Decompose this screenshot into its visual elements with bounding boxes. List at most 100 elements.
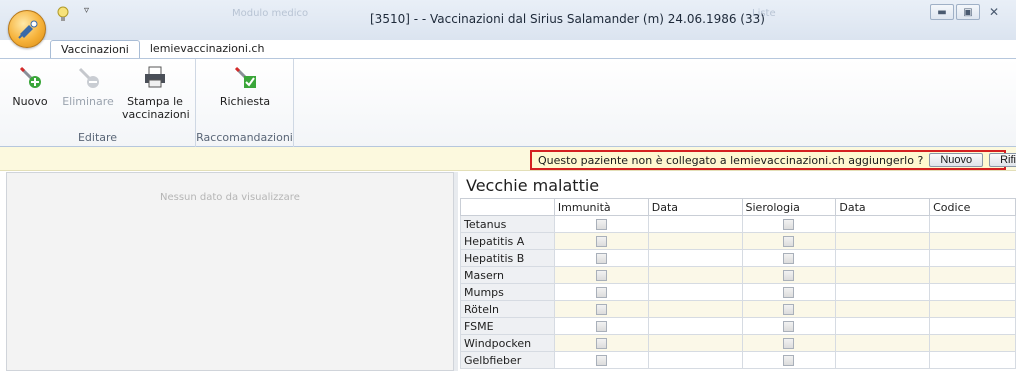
data-cell[interactable]	[835, 334, 931, 352]
eliminare-label: Eliminare	[62, 95, 114, 108]
disease-name: Tetanus	[460, 215, 555, 233]
restore-icon: ▣	[963, 6, 973, 18]
data-cell[interactable]	[835, 317, 931, 335]
window-title: [3510] - - Vaccinazioni dal Sirius Salam…	[370, 12, 765, 26]
data-cell[interactable]	[647, 266, 743, 284]
close-button[interactable]: ✕	[982, 4, 1006, 20]
data-cell[interactable]	[647, 351, 743, 369]
window-controls: ▬ ▣ ✕	[930, 4, 1006, 20]
group-label-editare: Editare	[77, 131, 118, 144]
data-cell[interactable]	[835, 215, 931, 233]
data-cell[interactable]	[647, 334, 743, 352]
column-header-immunita[interactable]: Immunità	[553, 198, 649, 216]
codice-cell[interactable]	[929, 351, 1016, 369]
table-row[interactable]: Tetanus	[460, 215, 1016, 233]
codice-cell[interactable]	[929, 334, 1016, 352]
codice-cell[interactable]	[929, 283, 1016, 301]
title-bar: ▿ Modulo medico Liste [3510] - - Vaccina…	[0, 0, 1016, 48]
table-row[interactable]: Hepatitis B	[460, 249, 1016, 267]
richiesta-button[interactable]: Richiesta	[216, 65, 274, 108]
printer-icon	[145, 66, 165, 88]
disease-name: Masern	[460, 266, 555, 284]
immunita-checkbox[interactable]	[595, 270, 607, 281]
immunita-checkbox[interactable]	[595, 219, 607, 230]
syringe-plus-icon	[19, 66, 41, 88]
restore-button[interactable]: ▣	[956, 4, 980, 20]
richiesta-label: Richiesta	[219, 95, 271, 108]
immunita-checkbox[interactable]	[595, 355, 607, 366]
disease-name: FSME	[460, 317, 555, 335]
immunita-checkbox[interactable]	[595, 287, 607, 298]
table-row[interactable]: Mumps	[460, 283, 1016, 301]
table-row[interactable]: Hepatitis A	[460, 232, 1016, 250]
minimize-icon: ▬	[937, 6, 947, 18]
column-header-sierologia[interactable]: Sierologia	[741, 198, 837, 216]
sierologia-checkbox[interactable]	[783, 270, 795, 281]
sierologia-checkbox[interactable]	[783, 304, 795, 315]
rifiutare-button[interactable]: Rifiutare	[989, 153, 1016, 167]
codice-cell[interactable]	[929, 232, 1016, 250]
codice-cell[interactable]	[929, 249, 1016, 267]
column-header-data-2[interactable]: Data	[835, 198, 931, 216]
disease-name: Windpocken	[460, 334, 555, 352]
tab-lemievaccinazioni[interactable]: lemievaccinazioni.ch	[140, 40, 275, 59]
data-cell[interactable]	[835, 232, 931, 250]
sierologia-checkbox[interactable]	[783, 355, 795, 366]
data-cell[interactable]	[835, 283, 931, 301]
data-cell[interactable]	[647, 317, 743, 335]
nuovo-link-button[interactable]: Nuovo	[929, 153, 984, 167]
disease-name: Mumps	[460, 283, 555, 301]
column-header-data[interactable]: Data	[647, 198, 743, 216]
immunita-checkbox[interactable]	[595, 304, 607, 315]
disease-name: Röteln	[460, 300, 555, 318]
minimize-button[interactable]: ▬	[930, 4, 954, 20]
codice-cell[interactable]	[929, 317, 1016, 335]
table-row[interactable]: Masern	[460, 266, 1016, 284]
table-row[interactable]: Röteln	[460, 300, 1016, 318]
data-cell[interactable]	[835, 266, 931, 284]
sierologia-checkbox[interactable]	[783, 321, 795, 332]
data-cell[interactable]	[835, 249, 931, 267]
eliminare-button[interactable]: Eliminare	[62, 65, 114, 108]
notification-text: Questo paziente non è collegato a lemiev…	[538, 153, 924, 167]
immunita-checkbox[interactable]	[595, 321, 607, 332]
codice-cell[interactable]	[929, 266, 1016, 284]
disease-name: Gelbfieber	[460, 351, 555, 369]
column-header-codice[interactable]: Codice	[929, 198, 1016, 216]
application-menu-button[interactable]	[8, 10, 46, 48]
sierologia-checkbox[interactable]	[783, 287, 795, 298]
diseases-table-body: Tetanus Hepatitis A Hepatitis B Masern M…	[460, 215, 1016, 369]
data-cell[interactable]	[835, 300, 931, 318]
sierologia-checkbox[interactable]	[783, 338, 795, 349]
data-cell[interactable]	[647, 249, 743, 267]
codice-cell[interactable]	[929, 215, 1016, 233]
table-row[interactable]: Windpocken	[460, 334, 1016, 352]
notification-bar: Questo paziente non è collegato a lemiev…	[0, 147, 1016, 171]
stampa-vaccinazioni-button[interactable]: Stampa le vaccinazioni	[122, 65, 190, 121]
sierologia-checkbox[interactable]	[783, 236, 795, 247]
nuovo-button[interactable]: Nuovo	[10, 65, 50, 108]
table-row[interactable]: FSME	[460, 317, 1016, 335]
lightbulb-icon[interactable]	[56, 6, 70, 22]
data-cell[interactable]	[647, 283, 743, 301]
data-cell[interactable]	[647, 232, 743, 250]
data-cell[interactable]	[835, 351, 931, 369]
syringe-minus-icon	[78, 67, 99, 88]
nuovo-label: Nuovo	[12, 95, 48, 108]
group-editare: Nuovo Eliminare Stampa le vaccinazioni E…	[0, 59, 196, 147]
group-raccomandazioni: Richiesta Raccomandazioni	[196, 59, 294, 147]
tab-vaccinazioni[interactable]: Vaccinazioni	[50, 40, 140, 59]
quick-access-dropdown-icon[interactable]: ▿	[84, 5, 89, 16]
sierologia-checkbox[interactable]	[783, 253, 795, 264]
immunita-checkbox[interactable]	[595, 236, 607, 247]
data-cell[interactable]	[647, 300, 743, 318]
immunita-checkbox[interactable]	[595, 338, 607, 349]
panel-splitter[interactable]	[454, 172, 458, 371]
codice-cell[interactable]	[929, 300, 1016, 318]
disease-name: Hepatitis B	[460, 249, 555, 267]
immunita-checkbox[interactable]	[595, 253, 607, 264]
sierologia-checkbox[interactable]	[783, 219, 795, 230]
data-cell[interactable]	[647, 215, 743, 233]
ribbon-tabs: Vaccinazioni lemievaccinazioni.ch	[50, 40, 274, 59]
table-row[interactable]: Gelbfieber	[460, 351, 1016, 369]
